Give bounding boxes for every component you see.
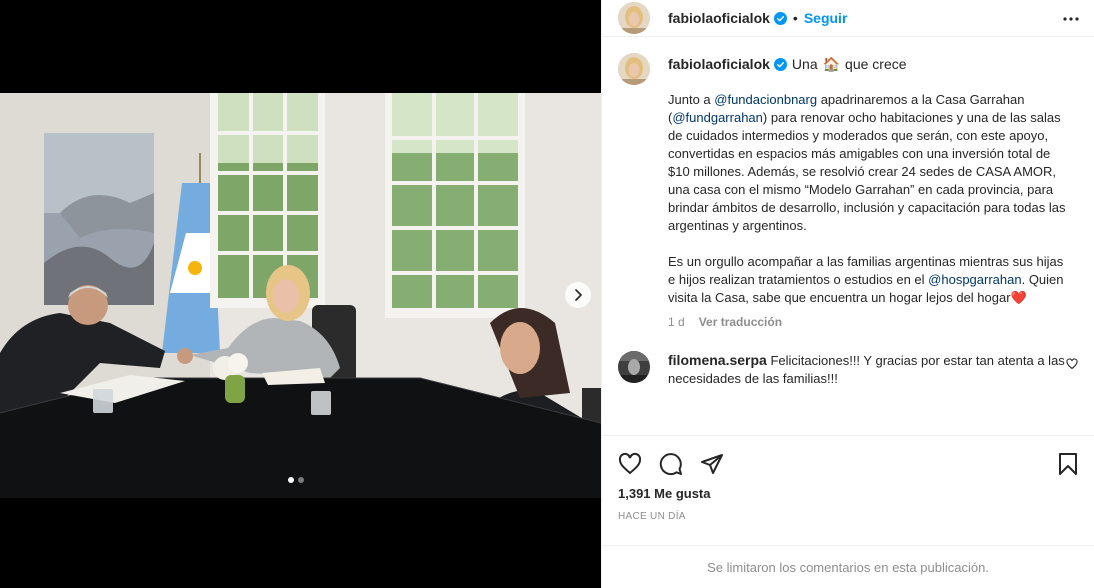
mention-link[interactable]: @hospgarrahan xyxy=(928,272,1021,287)
verified-badge-icon xyxy=(773,57,787,71)
share-icon xyxy=(701,453,723,474)
action-bar xyxy=(602,435,1094,491)
more-options-button[interactable] xyxy=(1062,10,1080,31)
caption-avatar[interactable] xyxy=(618,53,650,85)
caption-text-part: Junto a xyxy=(668,92,715,107)
carousel-indicator xyxy=(288,477,304,483)
post-timestamp[interactable]: HACE UN DÍA xyxy=(602,506,1094,528)
bookmark-icon xyxy=(1059,453,1077,475)
comments-area: fabiolaoficialok Una 🏠 que crece Junto a… xyxy=(602,37,1094,435)
more-options-icon xyxy=(1063,17,1079,21)
author-username[interactable]: fabiolaoficialok xyxy=(668,10,770,26)
chevron-right-icon xyxy=(575,289,582,301)
author-avatar[interactable] xyxy=(618,2,650,34)
verified-badge-icon xyxy=(773,11,787,25)
caption: fabiolaoficialok Una 🏠 que crece Junto a… xyxy=(618,53,1078,329)
post-header: fabiolaoficialok • Seguir xyxy=(602,0,1094,37)
caption-age: 1 d xyxy=(668,315,685,329)
commenter-username[interactable]: filomena.serpa xyxy=(668,352,767,368)
media-panel xyxy=(0,0,601,588)
caption-username[interactable]: fabiolaoficialok xyxy=(668,56,770,72)
carousel-next-button[interactable] xyxy=(565,282,591,308)
heart-icon xyxy=(618,452,642,474)
caption-title-start: Una xyxy=(791,56,818,72)
mention-link[interactable]: @fundacionbnarg xyxy=(714,92,817,107)
caption-title-end: que crece xyxy=(845,56,907,72)
house-emoji-icon: 🏠 xyxy=(822,55,841,72)
red-heart-emoji-icon: ❤️ xyxy=(1010,290,1027,305)
comment-icon xyxy=(659,452,682,475)
mention-link[interactable]: @fundgarrahan xyxy=(672,110,763,125)
post-side-panel: fabiolaoficialok • Seguir fabiolaoficial… xyxy=(601,0,1094,588)
heart-outline-icon xyxy=(1066,358,1078,370)
translate-link[interactable]: Ver traducción xyxy=(699,315,782,329)
comments-limited-notice: Se limitaron los comentarios en esta pub… xyxy=(602,545,1094,588)
carousel-dot xyxy=(298,477,304,483)
comment-item: filomena.serpa Felicitaciones!!! Y graci… xyxy=(618,351,1078,388)
share-button[interactable] xyxy=(700,452,724,476)
follow-button[interactable]: Seguir xyxy=(804,10,848,26)
caption-text-part: ) para renovar ocho habitaciones y una d… xyxy=(668,110,1066,287)
comment-button[interactable] xyxy=(659,452,683,476)
post-modal: fabiolaoficialok • Seguir fabiolaoficial… xyxy=(0,0,1094,588)
comment-like-button[interactable] xyxy=(1066,357,1078,373)
like-button[interactable] xyxy=(618,452,642,476)
post-photo xyxy=(0,93,601,498)
commenter-avatar[interactable] xyxy=(618,351,650,383)
caption-text: Junto a @fundacionbnarg apadrinaremos a … xyxy=(668,91,1068,307)
caption-meta: 1 d Ver traducción xyxy=(668,315,1068,329)
carousel-dot-active xyxy=(288,477,294,483)
header-separator: • xyxy=(792,10,798,26)
save-button[interactable] xyxy=(1058,452,1078,479)
